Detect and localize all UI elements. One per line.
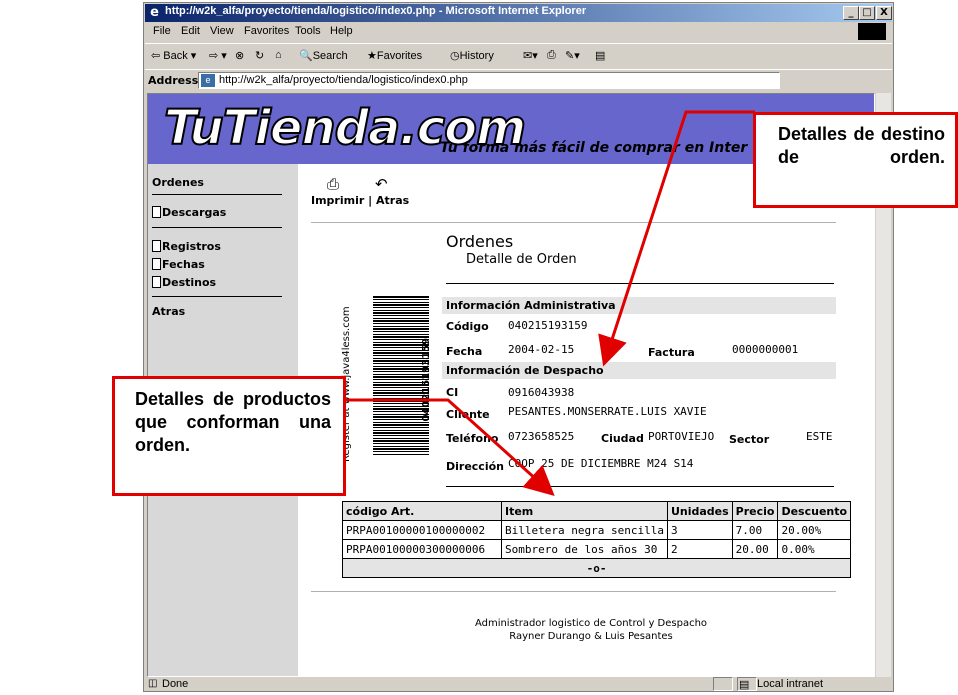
productos-arrow <box>343 398 555 497</box>
callout-productos: Detalles de productos que conforman una … <box>112 376 346 496</box>
destino-arrow <box>598 110 755 367</box>
annotation-arrows <box>343 110 755 497</box>
callout-destino: Detalles de destino de orden. <box>753 112 958 208</box>
